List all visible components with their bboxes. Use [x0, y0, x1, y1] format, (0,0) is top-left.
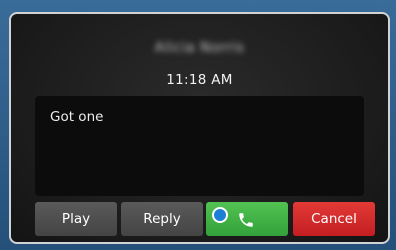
message-time: 11:18 AM — [166, 72, 233, 88]
play-button-label: Play — [61, 211, 91, 227]
cancel-button[interactable]: Cancel — [293, 202, 375, 236]
call-button[interactable] — [206, 202, 288, 236]
cancel-button-label: Cancel — [311, 211, 357, 227]
phone-icon — [239, 213, 253, 227]
reply-button[interactable]: Reply — [121, 202, 203, 236]
focus-indicator — [212, 207, 228, 223]
reply-button-label: Reply — [143, 211, 181, 227]
message-body: Got one — [35, 96, 364, 196]
play-button[interactable]: Play — [35, 202, 117, 236]
incoming-message-dialog: Alicia Norris 11:18 AM Got one Play Repl… — [9, 12, 390, 244]
sender-name: Alicia Norris — [154, 40, 245, 56]
message-text: Got one — [50, 109, 104, 125]
